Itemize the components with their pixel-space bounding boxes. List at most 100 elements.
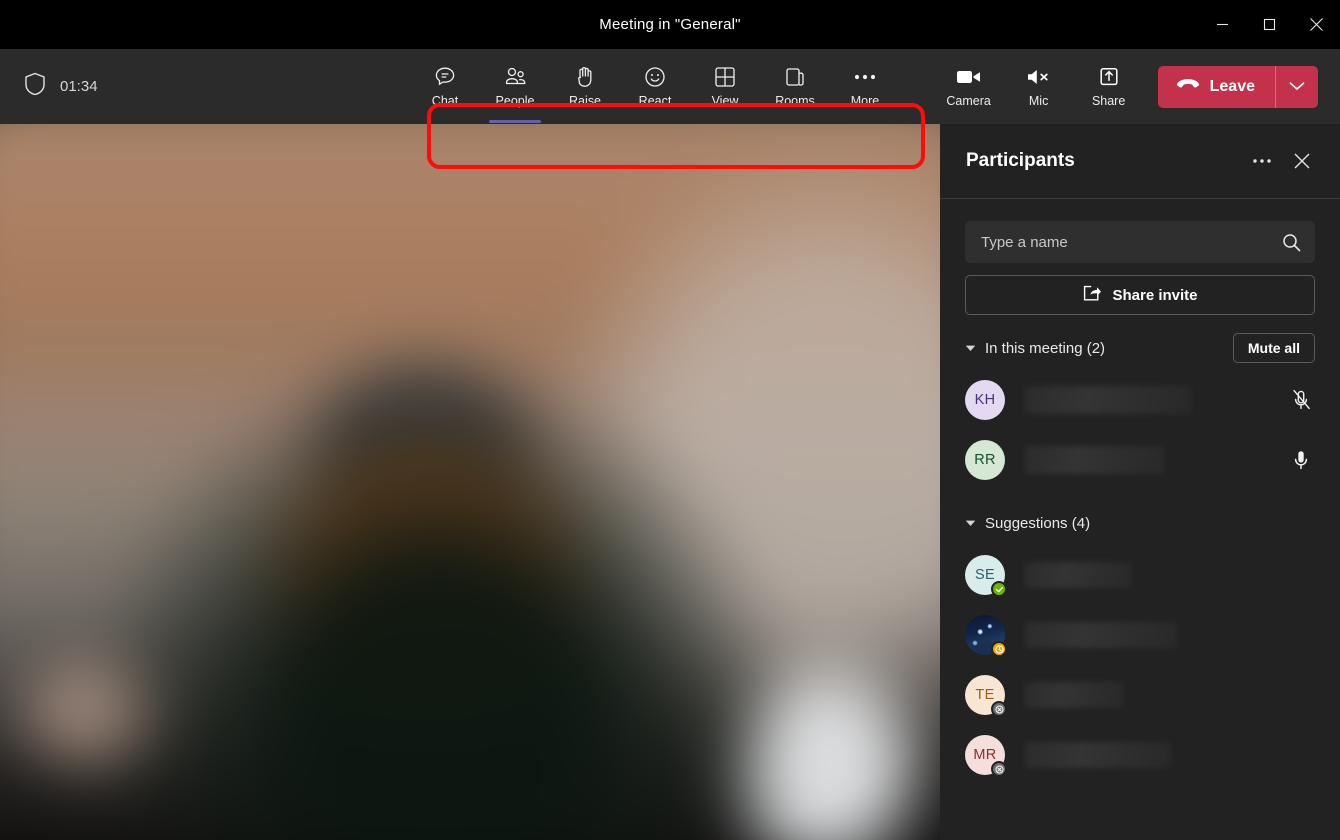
avatar: RR — [965, 440, 1005, 480]
toolbar-label-chat: Chat — [432, 95, 458, 108]
react-smiley-icon — [643, 65, 667, 89]
leave-button-label: Leave — [1210, 78, 1255, 96]
toolbar-button-raise[interactable]: Raise — [550, 53, 620, 121]
list-item[interactable]: RR — [965, 430, 1315, 490]
toolbar-label-rooms: Rooms — [775, 95, 815, 108]
presence-available-icon — [991, 581, 1007, 597]
section-header-suggestions[interactable]: Suggestions (4) — [965, 507, 1315, 539]
section-label-suggestions: Suggestions (4) — [985, 515, 1090, 532]
hangup-icon — [1176, 77, 1200, 96]
avatar-initials: MR — [973, 747, 996, 763]
presence-offline-icon — [991, 701, 1007, 717]
shield-icon — [24, 72, 46, 101]
toolbar-label-people: People — [496, 95, 535, 108]
camera-icon — [956, 65, 982, 89]
panel-more-icon[interactable] — [1246, 145, 1278, 177]
mic-muted-icon — [1026, 65, 1052, 89]
participant-name-redacted — [1025, 682, 1123, 708]
view-grid-icon — [714, 65, 736, 89]
toolbar-label-more: More — [851, 95, 879, 108]
participants-panel: Participants Type a name — [940, 124, 1340, 840]
maximize-icon[interactable] — [1246, 0, 1293, 49]
mute-all-button[interactable]: Mute all — [1233, 333, 1315, 363]
participant-name-redacted — [1025, 386, 1191, 414]
toolbar-button-rooms[interactable]: Rooms — [760, 53, 830, 121]
panel-close-icon[interactable] — [1286, 145, 1318, 177]
leave-options-button[interactable] — [1276, 66, 1318, 108]
toolbar-button-mic[interactable]: Mic — [1004, 53, 1074, 121]
toolbar-label-react: React — [639, 95, 672, 108]
active-tab-indicator — [489, 120, 541, 123]
mic-unmuted-icon[interactable] — [1291, 449, 1311, 471]
section-label-in-this-meeting: In this meeting (2) — [985, 340, 1105, 357]
rooms-icon — [784, 65, 806, 89]
raise-hand-icon — [574, 65, 596, 89]
toolbar-button-people[interactable]: People — [480, 53, 550, 121]
search-icon[interactable] — [1282, 233, 1301, 252]
participant-list-in-meeting: KH RR — [965, 370, 1315, 490]
avatar — [965, 615, 1005, 655]
share-invite-button[interactable]: Share invite — [965, 275, 1315, 315]
toolbar-label-share: Share — [1092, 95, 1125, 108]
meeting-toolbar: 01:34 Chat People — [0, 49, 1340, 124]
share-invite-icon — [1082, 284, 1102, 307]
avatar: SE — [965, 555, 1005, 595]
toolbar-label-view: View — [712, 95, 739, 108]
caret-down-icon[interactable] — [965, 519, 976, 527]
participant-name-redacted — [1025, 622, 1177, 648]
teams-meeting-window: Meeting in "General" 01:34 — [0, 0, 1340, 840]
video-feed[interactable] — [0, 124, 940, 840]
share-screen-icon — [1098, 65, 1120, 89]
participant-list-suggestions: SE — [965, 545, 1315, 785]
leave-button-group: Leave — [1158, 66, 1318, 108]
avatar-initials: TE — [975, 687, 994, 703]
participants-panel-header: Participants — [940, 124, 1340, 199]
panel-header-actions — [1246, 145, 1318, 177]
page-title: Participants — [966, 150, 1075, 172]
toolbar-right-cluster: Camera Mic Share — [934, 53, 1340, 121]
list-item[interactable]: SE — [965, 545, 1315, 605]
search-input[interactable]: Type a name — [965, 221, 1315, 263]
list-item[interactable]: MR — [965, 725, 1315, 785]
participant-name-redacted — [1025, 446, 1165, 474]
list-item[interactable] — [965, 605, 1315, 665]
toolbar-left: 01:34 — [0, 72, 410, 101]
search-placeholder: Type a name — [981, 234, 1282, 251]
avatar: TE — [965, 675, 1005, 715]
share-invite-label: Share invite — [1112, 287, 1197, 304]
presence-offline-icon — [991, 761, 1007, 777]
avatar: MR — [965, 735, 1005, 775]
toolbar-center-cluster: Chat People Raise — [410, 53, 900, 121]
more-ellipsis-icon — [853, 65, 877, 89]
window-controls — [1199, 0, 1340, 49]
list-item[interactable]: KH — [965, 370, 1315, 430]
video-vignette — [0, 124, 940, 840]
people-icon — [503, 65, 528, 89]
participants-panel-body: Type a name Share invite In this meeting… — [940, 199, 1340, 785]
toolbar-label-raise: Raise — [569, 95, 601, 108]
presence-away-icon — [991, 641, 1007, 657]
caret-down-icon[interactable] — [965, 344, 976, 352]
avatar: KH — [965, 380, 1005, 420]
participant-name-redacted — [1025, 562, 1131, 588]
list-item[interactable]: TE — [965, 665, 1315, 725]
mic-muted-icon[interactable] — [1291, 389, 1311, 411]
toolbar-button-chat[interactable]: Chat — [410, 53, 480, 121]
chat-icon — [433, 65, 457, 89]
toolbar-label-mic: Mic — [1029, 95, 1048, 108]
toolbar-button-share[interactable]: Share — [1074, 53, 1144, 121]
window-title: Meeting in "General" — [599, 16, 740, 33]
close-icon[interactable] — [1293, 0, 1340, 49]
toolbar-button-camera[interactable]: Camera — [934, 53, 1004, 121]
toolbar-button-more[interactable]: More — [830, 53, 900, 121]
toolbar-button-react[interactable]: React — [620, 53, 690, 121]
minimize-icon[interactable] — [1199, 0, 1246, 49]
section-header-in-this-meeting[interactable]: In this meeting (2) Mute all — [965, 332, 1315, 364]
avatar-initials: SE — [975, 567, 995, 583]
toolbar-button-view[interactable]: View — [690, 53, 760, 121]
chevron-down-icon — [1289, 78, 1305, 96]
participant-name-redacted — [1025, 742, 1171, 768]
leave-button[interactable]: Leave — [1158, 66, 1275, 108]
meeting-timer: 01:34 — [60, 78, 98, 95]
title-bar: Meeting in "General" — [0, 0, 1340, 49]
